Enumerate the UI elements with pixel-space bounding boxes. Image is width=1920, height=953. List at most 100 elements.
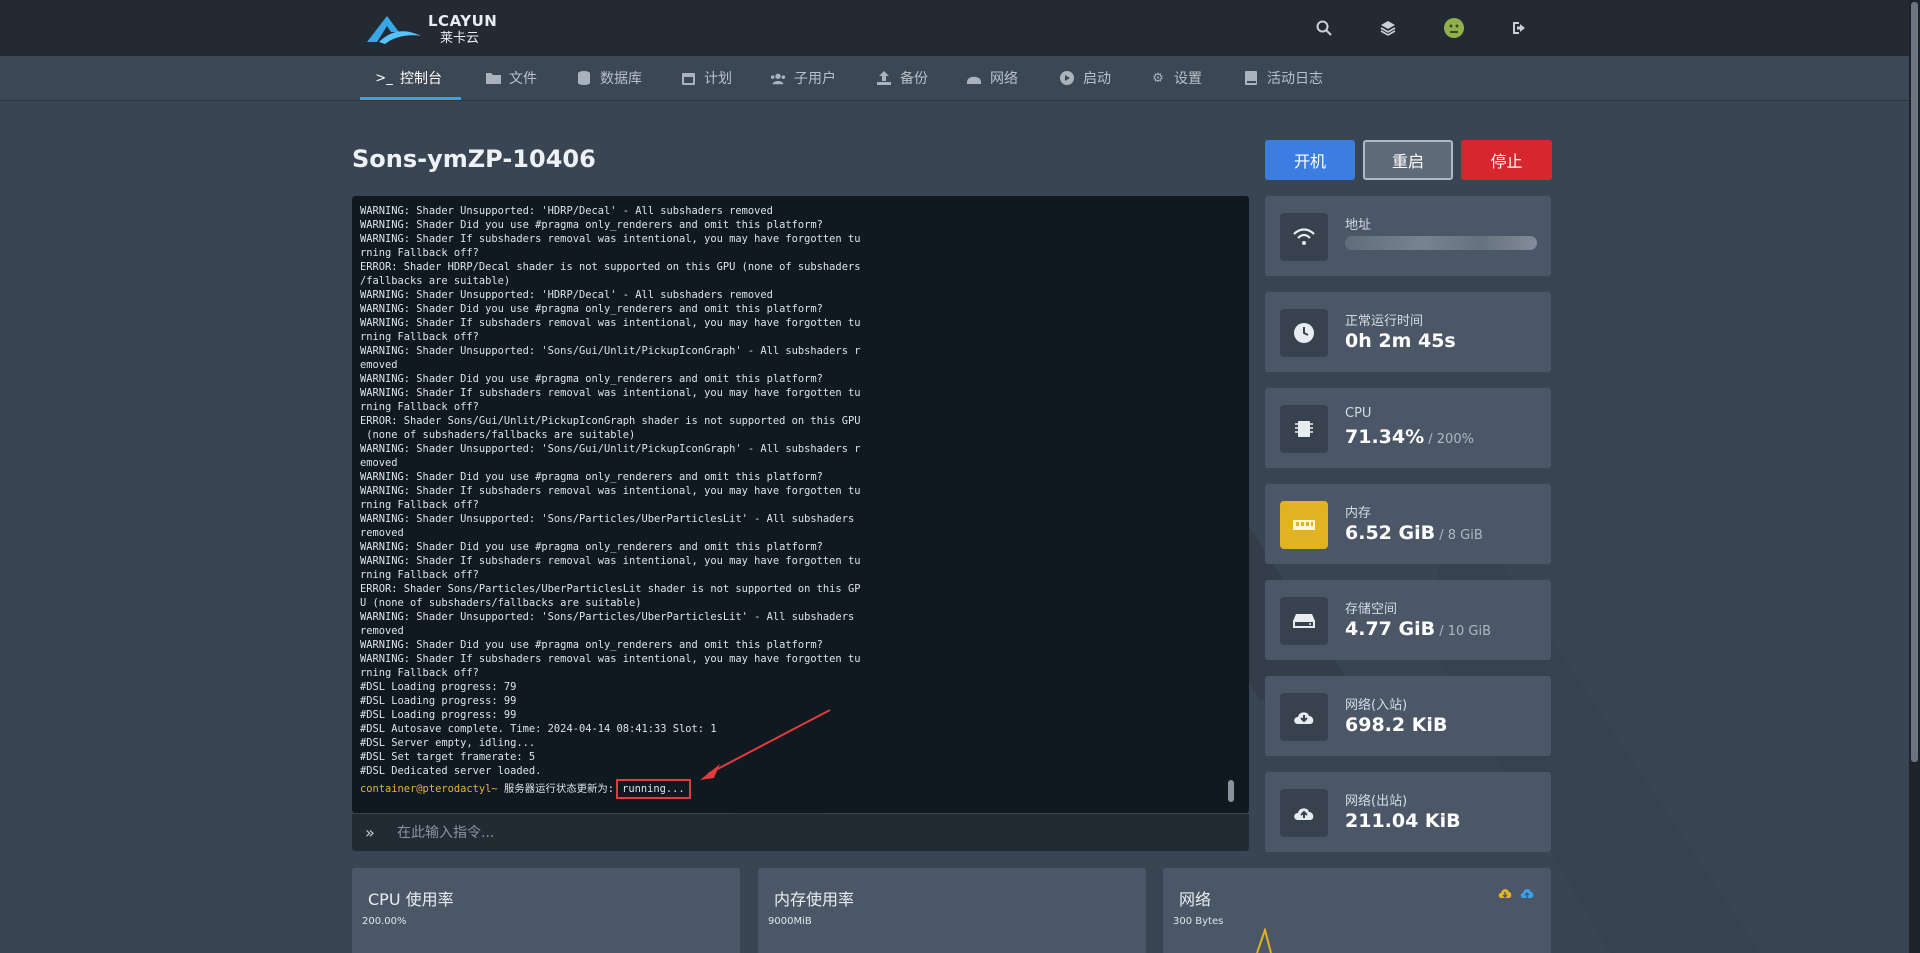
console-line: WARNING: Shader If subshaders removal wa…	[360, 555, 861, 567]
address-redacted	[1345, 236, 1537, 250]
start-button[interactable]: 开机	[1265, 140, 1355, 180]
console-line: WARNING: Shader Did you use #pragma only…	[360, 471, 823, 483]
server-name: Sons-ymZP-10406	[352, 145, 596, 173]
tab-activity-log[interactable]: 活动日志	[1243, 56, 1323, 100]
cpu-icon	[1280, 405, 1328, 453]
chevron-double-right-icon: »	[365, 823, 375, 842]
tab-files[interactable]: 文件	[485, 56, 537, 100]
console-line: WARNING: Shader If subshaders removal wa…	[360, 233, 861, 245]
command-bar: »	[352, 814, 1249, 851]
console-line: WARNING: Shader Did you use #pragma only…	[360, 373, 823, 385]
console-line: rning Fallback off?	[360, 569, 479, 581]
stop-button[interactable]: 停止	[1461, 140, 1552, 180]
tab-settings[interactable]: ⚙ 设置	[1150, 56, 1202, 100]
console-line: ERROR: Shader Sons/Gui/Unlit/PickupIconG…	[360, 415, 861, 427]
prompt-user: container@pterodactyl~	[360, 783, 498, 795]
console-line: rning Fallback off?	[360, 331, 479, 343]
tab-label: 数据库	[600, 71, 642, 87]
cloud-download-legend-icon	[1498, 889, 1512, 898]
page-scrollbar[interactable]	[1909, 0, 1920, 953]
tab-databases[interactable]: 数据库	[576, 56, 642, 100]
console-line: WARNING: Shader Did you use #pragma only…	[360, 541, 823, 553]
console-line: /fallbacks are suitable)	[360, 275, 511, 287]
stat-disk: 存储空间 4.77 GiB / 10 GiB	[1265, 580, 1551, 660]
stat-network-out: 网络(出站) 211.04 KiB	[1265, 772, 1551, 852]
stat-value: 4.77 GiB / 10 GiB	[1345, 618, 1491, 640]
memory-value: 6.52 GiB	[1345, 522, 1436, 544]
stat-label: CPU	[1345, 406, 1372, 421]
database-icon	[576, 70, 592, 86]
clock-icon	[1280, 309, 1328, 357]
console-line: ERROR: Shader Sons/Particles/UberParticl…	[360, 583, 861, 595]
stat-uptime: 正常运行时间 0h 2m 45s	[1265, 292, 1551, 372]
disk-limit: / 10 GiB	[1435, 624, 1492, 639]
tab-label: 设置	[1174, 71, 1202, 87]
stat-label: 地址	[1345, 218, 1372, 233]
restart-button[interactable]: 重启	[1363, 140, 1453, 180]
tab-label: 启动	[1083, 71, 1111, 87]
console-line: emoved	[360, 359, 398, 371]
console-scrollbar[interactable]	[1228, 780, 1234, 802]
network-icon	[966, 70, 982, 86]
console-line: WARNING: Shader Unsupported: 'HDRP/Decal…	[360, 205, 773, 217]
annotation-arrow	[700, 709, 831, 780]
logout-icon[interactable]	[1508, 16, 1532, 40]
console-line: (none of subshaders/fallbacks are suitab…	[360, 429, 636, 441]
console-line: WARNING: Shader If subshaders removal wa…	[360, 653, 861, 665]
tab-label: 控制台	[400, 71, 442, 87]
console-line: WARNING: Shader If subshaders removal wa…	[360, 485, 861, 497]
tab-schedules[interactable]: 计划	[680, 56, 732, 100]
tab-label: 网络	[990, 71, 1018, 87]
console-line: WARNING: Shader Unsupported: 'Sons/Parti…	[360, 611, 855, 623]
terminal-icon: >_	[375, 70, 393, 86]
console-line: WARNING: Shader Did you use #pragma only…	[360, 219, 823, 231]
console-line: ERROR: Shader HDRP/Decal shader is not s…	[360, 261, 861, 273]
memory-icon	[1280, 501, 1328, 549]
console-line: WARNING: Shader Did you use #pragma only…	[360, 639, 823, 651]
calendar-icon	[680, 70, 696, 86]
tab-label: 计划	[704, 71, 732, 87]
memory-limit: / 8 GiB	[1435, 528, 1483, 543]
stat-label: 存储空间	[1345, 602, 1398, 617]
tab-startup[interactable]: 启动	[1059, 56, 1111, 100]
stat-value: 0h 2m 45s	[1345, 330, 1456, 352]
command-input[interactable]	[395, 823, 1199, 842]
search-icon[interactable]	[1312, 16, 1336, 40]
stat-value: 71.34% / 200%	[1345, 426, 1474, 448]
layers-icon[interactable]	[1376, 16, 1400, 40]
network-panel: 网络 300 Bytes	[1163, 868, 1551, 953]
console-line: WARNING: Shader Unsupported: 'Sons/Gui/U…	[360, 345, 861, 357]
console-line: removed	[360, 625, 404, 637]
cloud-download-icon	[1280, 693, 1328, 741]
top-bar: LCAYUN 莱卡云	[0, 0, 1920, 56]
hard-drive-icon	[1280, 597, 1328, 645]
book-icon	[1243, 70, 1259, 86]
console-line: rning Fallback off?	[360, 401, 479, 413]
console-line: removed	[360, 527, 404, 539]
tab-network[interactable]: 网络	[966, 56, 1018, 100]
console-line: #DSL Loading progress: 79	[360, 681, 517, 693]
upload-icon	[876, 70, 892, 86]
avatar[interactable]	[1442, 16, 1466, 40]
console-line: rning Fallback off?	[360, 499, 479, 511]
tab-backups[interactable]: 备份	[876, 56, 928, 100]
tab-subusers[interactable]: 子用户	[770, 56, 836, 100]
prompt-message: 服务器运行状态更新为:	[497, 783, 615, 795]
chart-max-label: 9000MiB	[768, 916, 812, 927]
cloud-upload-legend-icon	[1520, 889, 1534, 898]
tab-label: 文件	[509, 71, 537, 87]
active-tab-indicator	[360, 97, 461, 100]
page-scrollbar-thumb[interactable]	[1911, 2, 1918, 762]
tab-console[interactable]: >_ 控制台	[375, 56, 442, 100]
console-line: WARNING: Shader Did you use #pragma only…	[360, 303, 823, 315]
cpu-limit: / 200%	[1424, 432, 1474, 447]
network-chart-line	[1256, 928, 1272, 953]
console-line: emoved	[360, 457, 398, 469]
console-line: rning Fallback off?	[360, 247, 479, 259]
cloud-upload-icon	[1280, 789, 1328, 837]
stat-label: 网络(入站)	[1345, 698, 1408, 713]
stat-address: 地址	[1265, 196, 1551, 276]
stat-label: 网络(出站)	[1345, 794, 1408, 809]
tab-label: 备份	[900, 71, 928, 87]
console-line: WARNING: Shader If subshaders removal wa…	[360, 387, 861, 399]
